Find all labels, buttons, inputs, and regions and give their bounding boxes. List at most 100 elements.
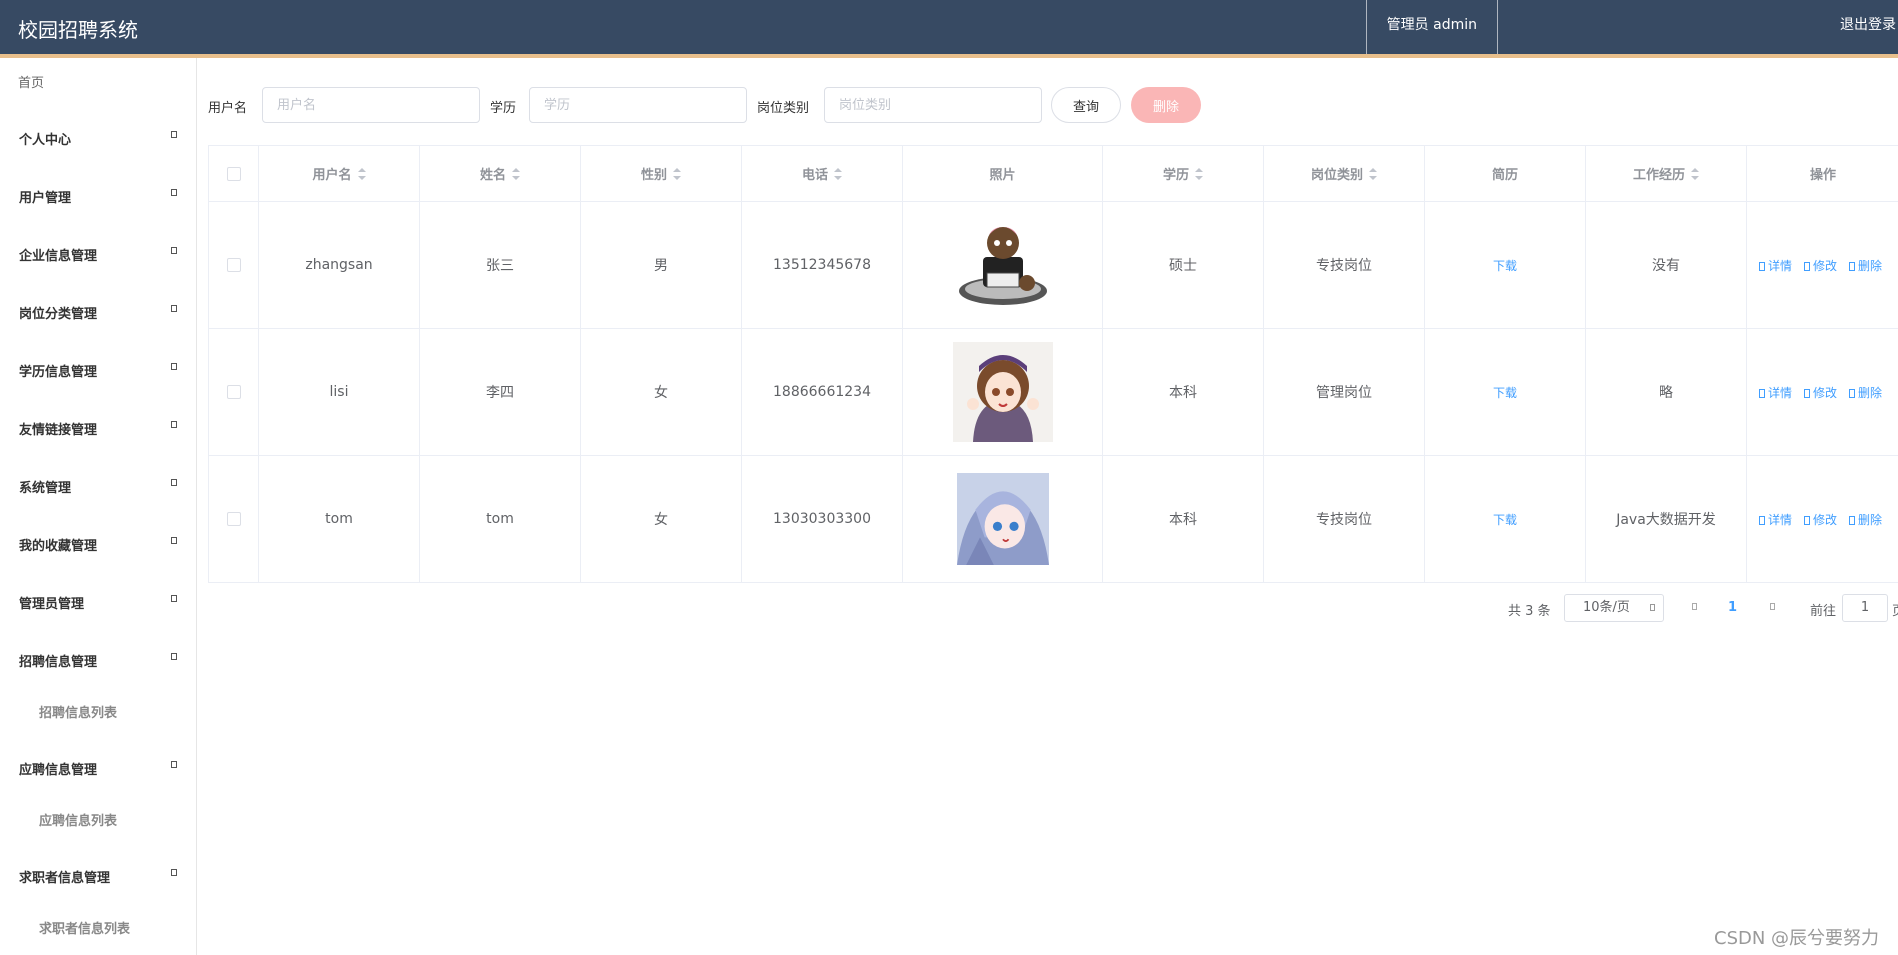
resume-download-link[interactable]: 下载 bbox=[1493, 511, 1517, 528]
category-input[interactable] bbox=[824, 87, 1042, 123]
page-jump-input[interactable]: 1 bbox=[1842, 594, 1888, 622]
next-page-icon[interactable] bbox=[1770, 603, 1775, 610]
column-title: 电话 bbox=[801, 168, 828, 183]
sidebar-item-jobseekers[interactable]: 求职者信息管理 bbox=[19, 867, 179, 886]
category-cell: 管理岗位 bbox=[1264, 329, 1425, 455]
sort-icon[interactable] bbox=[834, 167, 842, 180]
sort-icon[interactable] bbox=[673, 167, 681, 180]
column-header[interactable]: 岗位类别 bbox=[1264, 146, 1425, 201]
batch-delete-button[interactable]: 删除 bbox=[1131, 87, 1201, 123]
watermark: CSDN @辰兮要努力 bbox=[1714, 928, 1880, 949]
total-count: 共 3 条 bbox=[1508, 604, 1551, 619]
sidebar-item-education[interactable]: 学历信息管理 bbox=[19, 361, 179, 380]
username-cell: tom bbox=[259, 456, 420, 582]
delete-button[interactable]: 删除 bbox=[1849, 384, 1882, 401]
current-page[interactable]: 1 bbox=[1728, 600, 1737, 615]
expand-icon bbox=[171, 761, 177, 768]
resume-download-link[interactable]: 下载 bbox=[1493, 257, 1517, 274]
photo-cell bbox=[903, 202, 1103, 328]
sidebar-item-admins[interactable]: 管理员管理 bbox=[19, 593, 179, 612]
name-cell: 张三 bbox=[420, 202, 581, 328]
sort-icon[interactable] bbox=[1369, 167, 1377, 180]
page-size-select[interactable]: 10条/页 bbox=[1564, 594, 1664, 622]
delete-button[interactable]: 删除 bbox=[1849, 511, 1882, 528]
experience-cell: 略 bbox=[1586, 329, 1747, 455]
column-header[interactable]: 姓名 bbox=[420, 146, 581, 201]
sidebar-item-job-category[interactable]: 岗位分类管理 bbox=[19, 303, 179, 322]
sidebar-item-label: 应聘信息管理 bbox=[19, 763, 98, 778]
experience-cell: Java大数据开发 bbox=[1586, 456, 1747, 582]
edit-button[interactable]: 修改 bbox=[1804, 384, 1837, 401]
detail-icon bbox=[1759, 261, 1765, 271]
actions-cell: 详情 修改 删除 bbox=[1747, 202, 1898, 328]
row-select-cell bbox=[209, 202, 259, 328]
sidebar-item-label: 用户管理 bbox=[19, 191, 72, 206]
row-checkbox[interactable] bbox=[226, 385, 241, 399]
resume-cell: 下载 bbox=[1425, 202, 1586, 328]
column-header[interactable]: 工作经历 bbox=[1586, 146, 1747, 201]
edit-button[interactable]: 修改 bbox=[1804, 257, 1837, 274]
sidebar-subitem-application-list[interactable]: 应聘信息列表 bbox=[39, 810, 117, 829]
sidebar-item-label: 我的收藏管理 bbox=[19, 539, 98, 554]
row-select-cell bbox=[209, 329, 259, 455]
expand-icon bbox=[171, 537, 177, 544]
sidebar-item-company[interactable]: 企业信息管理 bbox=[19, 245, 179, 264]
query-button[interactable]: 查询 bbox=[1051, 87, 1121, 123]
expand-icon bbox=[171, 247, 177, 254]
app-title: 校园招聘系统 bbox=[18, 18, 138, 42]
column-header: 操作 bbox=[1747, 146, 1898, 201]
edit-button[interactable]: 修改 bbox=[1804, 511, 1837, 528]
sidebar-item-recruitment[interactable]: 招聘信息管理 bbox=[19, 651, 179, 670]
sidebar: 首页 个人中心 用户管理 企业信息管理 岗位分类管理 学历信息管理 友情链接管理… bbox=[0, 58, 197, 955]
education-label: 学历 bbox=[490, 101, 517, 116]
edit-label: 修改 bbox=[1813, 512, 1838, 527]
sidebar-item-links[interactable]: 友情链接管理 bbox=[19, 419, 179, 438]
sidebar-item-applications[interactable]: 应聘信息管理 bbox=[19, 759, 179, 778]
logout-button[interactable]: 退出登录 bbox=[1840, 0, 1896, 54]
sidebar-item-label: 企业信息管理 bbox=[19, 249, 98, 264]
education-cell: 本科 bbox=[1103, 329, 1264, 455]
sidebar-item-favorites[interactable]: 我的收藏管理 bbox=[19, 535, 179, 554]
sidebar-item-personal[interactable]: 个人中心 bbox=[19, 129, 179, 148]
category-cell: 专技岗位 bbox=[1264, 202, 1425, 328]
detail-icon bbox=[1759, 388, 1765, 398]
sidebar-item-system[interactable]: 系统管理 bbox=[19, 477, 179, 496]
education-input[interactable] bbox=[529, 87, 747, 123]
row-checkbox[interactable] bbox=[226, 258, 241, 272]
edit-icon bbox=[1804, 261, 1811, 271]
detail-button[interactable]: 详情 bbox=[1759, 384, 1792, 401]
select-all-checkbox[interactable] bbox=[226, 166, 241, 181]
sort-icon[interactable] bbox=[357, 167, 366, 180]
education-cell: 硕士 bbox=[1103, 202, 1264, 328]
prev-page-icon[interactable] bbox=[1692, 603, 1697, 610]
username-input[interactable] bbox=[262, 87, 480, 123]
phone-cell: 13030303300 bbox=[742, 456, 903, 582]
sidebar-home[interactable]: 首页 bbox=[18, 72, 44, 91]
detail-button[interactable]: 详情 bbox=[1759, 511, 1792, 528]
sidebar-subitem-jobseeker-list[interactable]: 求职者信息列表 bbox=[39, 918, 130, 937]
column-header[interactable]: 性别 bbox=[581, 146, 742, 201]
gender-cell: 女 bbox=[581, 329, 742, 455]
column-title: 简历 bbox=[1491, 168, 1518, 183]
sidebar-item-label: 岗位分类管理 bbox=[19, 307, 98, 322]
column-header[interactable]: 学历 bbox=[1103, 146, 1264, 201]
column-title: 用户名 bbox=[312, 168, 352, 183]
sort-icon[interactable] bbox=[1691, 167, 1699, 180]
column-title: 工作经历 bbox=[1632, 168, 1685, 183]
sidebar-subitem-recruitment-list[interactable]: 招聘信息列表 bbox=[39, 702, 117, 721]
resume-download-link[interactable]: 下载 bbox=[1493, 384, 1517, 401]
sidebar-item-label: 个人中心 bbox=[19, 133, 72, 148]
delete-button[interactable]: 删除 bbox=[1849, 257, 1882, 274]
page-size-value: 10条/页 bbox=[1583, 600, 1630, 615]
detail-button[interactable]: 详情 bbox=[1759, 257, 1792, 274]
expand-icon bbox=[171, 305, 177, 312]
sort-icon[interactable] bbox=[1195, 167, 1203, 180]
sidebar-item-users[interactable]: 用户管理 bbox=[19, 187, 179, 206]
resume-cell: 下载 bbox=[1425, 329, 1586, 455]
column-header[interactable]: 电话 bbox=[742, 146, 903, 201]
column-header[interactable]: 用户名 bbox=[259, 146, 420, 201]
row-checkbox[interactable] bbox=[226, 512, 241, 526]
username-cell: lisi bbox=[259, 329, 420, 455]
avatar-photo bbox=[956, 473, 1049, 565]
sort-icon[interactable] bbox=[512, 167, 520, 180]
